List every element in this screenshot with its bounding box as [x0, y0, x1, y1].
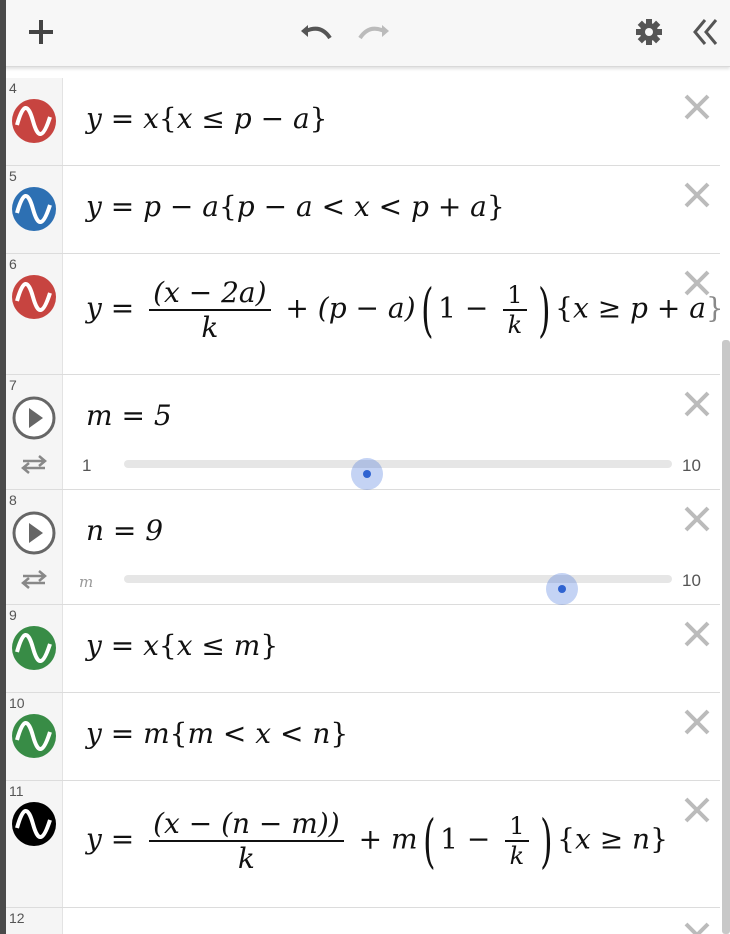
- close-icon[interactable]: [682, 268, 712, 298]
- row-gutter: 10: [6, 693, 63, 780]
- graph-toggle-icon[interactable]: [11, 186, 57, 232]
- slider-thumb[interactable]: [546, 573, 579, 605]
- expression-list: 4 y = x{x ≤ p − a} 5 y = p − a{p − a < x…: [6, 68, 720, 934]
- row-index: 12: [9, 910, 25, 926]
- row-index: 6: [9, 256, 17, 272]
- expression-toolbar: [0, 0, 730, 67]
- close-icon[interactable]: [682, 389, 712, 419]
- row-index: 7: [9, 377, 17, 393]
- plus-icon: [29, 20, 53, 44]
- slider-control[interactable]: 1 10: [46, 450, 701, 490]
- expression-row[interactable]: 11 y = (x − (n − m)) k + m(1 − 1 k) {x ≥ n}: [6, 781, 720, 908]
- expression-math[interactable]: y = x{x ≤ m}: [86, 629, 278, 662]
- row-gutter: 12: [6, 908, 63, 934]
- row-index: 9: [9, 607, 17, 623]
- row-gutter: 4: [6, 78, 63, 165]
- left-edge-strip: [0, 0, 6, 934]
- slider-min-label[interactable]: 1: [82, 456, 91, 476]
- slider-max-label[interactable]: 10: [682, 456, 701, 476]
- close-icon[interactable]: [682, 180, 712, 210]
- expression-row[interactable]: 4 y = x{x ≤ p − a}: [6, 78, 720, 166]
- expression-row[interactable]: 9 y = x{x ≤ m}: [6, 605, 720, 693]
- slider-track[interactable]: [124, 458, 672, 490]
- expression-row[interactable]: 6 y = (x − 2a) k + (p − a)(1 − 1 k) {x ≥ p …: [6, 254, 720, 375]
- close-icon[interactable]: [682, 619, 712, 649]
- undo-button[interactable]: [298, 14, 334, 50]
- graph-toggle-icon[interactable]: [11, 713, 57, 759]
- row-index: 10: [9, 695, 25, 711]
- list-scrollbar[interactable]: [722, 340, 730, 934]
- graph-toggle-icon[interactable]: [11, 274, 57, 320]
- slider-thumb[interactable]: [351, 458, 384, 490]
- close-icon[interactable]: [682, 920, 712, 934]
- expression-row[interactable]: 10 y = m{m < x < n}: [6, 693, 720, 781]
- row-index: 4: [9, 80, 17, 96]
- slider-max-label[interactable]: 10: [682, 571, 701, 591]
- play-icon[interactable]: [11, 510, 57, 556]
- slider-row[interactable]: 8 n = 9 m 10: [6, 490, 720, 605]
- graph-toggle-icon[interactable]: [11, 801, 57, 847]
- row-gutter: 6: [6, 254, 63, 374]
- collapse-list-button[interactable]: [688, 14, 724, 50]
- expression-math[interactable]: y = m{m < x < n}: [86, 717, 348, 750]
- double-chevron-left-icon: [693, 19, 718, 45]
- undo-icon: [301, 25, 332, 40]
- expression-math[interactable]: y = (x − 2a) k + (p − a)(1 − 1 k) {x ≥ p + …: [86, 276, 720, 344]
- redo-button[interactable]: [356, 14, 392, 50]
- row-gutter: 5: [6, 166, 63, 253]
- slider-value-math[interactable]: m = 5: [86, 399, 172, 432]
- close-icon[interactable]: [682, 707, 712, 737]
- play-icon[interactable]: [11, 395, 57, 441]
- gear-icon: [636, 19, 662, 45]
- expression-math[interactable]: y = p − a{p − a < x < p + a}: [86, 190, 505, 223]
- graph-toggle-icon[interactable]: [11, 98, 57, 144]
- row-index: 11: [9, 783, 24, 799]
- slider-row[interactable]: 7 m = 5 1 10: [6, 375, 720, 490]
- expression-row[interactable]: 12: [6, 908, 720, 934]
- row-gutter: 9: [6, 605, 63, 692]
- close-icon[interactable]: [682, 795, 712, 825]
- slider-track[interactable]: [124, 573, 672, 605]
- close-icon[interactable]: [682, 504, 712, 534]
- expression-row[interactable]: 5 y = p − a{p − a < x < p + a}: [6, 166, 720, 254]
- settings-button[interactable]: [631, 14, 667, 50]
- row-index: 8: [9, 492, 17, 508]
- row-index: 5: [9, 168, 17, 184]
- expression-math[interactable]: y = (x − (n − m)) k + m(1 − 1 k) {x ≥ n}: [86, 807, 668, 875]
- slider-value-math[interactable]: n = 9: [86, 514, 163, 547]
- row-gutter: 11: [6, 781, 63, 907]
- close-icon[interactable]: [682, 92, 712, 122]
- slider-control[interactable]: m 10: [46, 565, 701, 605]
- redo-icon: [358, 25, 389, 40]
- expression-math[interactable]: y = x{x ≤ p − a}: [86, 102, 327, 135]
- add-item-button[interactable]: [23, 14, 59, 50]
- slider-min-label[interactable]: m: [79, 573, 93, 591]
- graph-toggle-icon[interactable]: [11, 625, 57, 671]
